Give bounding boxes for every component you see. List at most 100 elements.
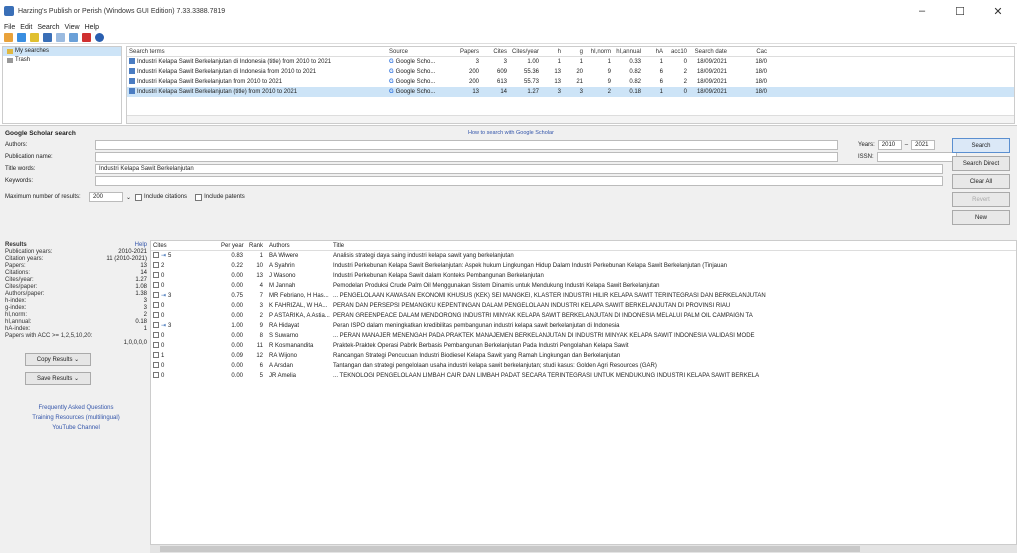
new-icon[interactable] (4, 33, 13, 42)
query-row[interactable]: Industri Kelapa Sawit Berkelanjutan di I… (127, 67, 1014, 77)
query-column-header[interactable]: Source (387, 47, 449, 56)
query-row[interactable]: Industri Kelapa Sawit Berkelanjutan from… (127, 77, 1014, 87)
query-column-header[interactable]: h (541, 47, 563, 56)
title-words-input[interactable]: Industri Kelapa Sawit Berkelanjutan (95, 164, 943, 174)
chevron-down-icon[interactable]: ⌄ (126, 194, 131, 201)
query-column-header[interactable]: hA (643, 47, 665, 56)
query-column-header[interactable]: Cites/year (509, 47, 541, 56)
result-checkbox[interactable] (153, 322, 159, 329)
query-row[interactable]: Industri Kelapa Sawit Berkelanjutan di I… (127, 57, 1014, 67)
query-column-header[interactable]: Search date (689, 47, 729, 56)
query-scrollbar[interactable] (127, 115, 1014, 123)
result-checkbox[interactable] (153, 332, 159, 339)
result-row[interactable]: 0 0.00 11 R Kosmanandita Praktek-Praktek Ope… (151, 341, 1016, 351)
search-help-link[interactable]: How to search with Google Scholar (468, 130, 554, 136)
query-column-header[interactable]: Cites (481, 47, 509, 56)
query-column-header[interactable]: g (563, 47, 585, 56)
result-row[interactable]: 0 0.00 2 P ASTARIKA, A Astia... PERAN GREENP… (151, 311, 1016, 321)
year-to-input[interactable]: 2021 (911, 140, 936, 150)
training-link[interactable]: Training Resources (multilingual) (5, 415, 147, 421)
citation-link-icon[interactable]: ⇥ (161, 293, 166, 299)
menu-file[interactable]: File (4, 24, 15, 31)
query-column-header[interactable]: Papers (449, 47, 481, 56)
maximize-button[interactable]: ☐ (941, 0, 979, 22)
result-row[interactable]: 1 0.09 12 RA Wijono Rancangan Strategi Pencu… (151, 351, 1016, 361)
query-column-header[interactable]: Search terms (127, 47, 387, 56)
search-button[interactable]: Search (952, 138, 1010, 153)
query-cell-date: 18/09/2021 (689, 87, 729, 97)
tree-item[interactable]: Trash (3, 56, 121, 65)
result-checkbox[interactable] (153, 362, 159, 369)
result-checkbox[interactable] (153, 292, 159, 299)
result-checkbox[interactable] (153, 262, 159, 269)
result-row[interactable]: 0 0.00 6 A Arsdan Tantangan dan strategi pen… (151, 361, 1016, 371)
youtube-link[interactable]: YouTube Channel (5, 425, 147, 431)
result-checkbox[interactable] (153, 302, 159, 309)
menu-edit[interactable]: Edit (20, 24, 32, 31)
issn-input[interactable] (876, 152, 957, 162)
faq-link[interactable]: Frequently Asked Questions (5, 405, 147, 411)
query-cell-text: 0 (683, 89, 687, 95)
close-button[interactable]: ✕ (979, 0, 1017, 22)
query-column-header[interactable]: hI,annual (613, 47, 643, 56)
query-row[interactable]: Industri Kelapa Sawit Berkelanjutan (tit… (127, 87, 1014, 97)
save-results-button[interactable]: Save Results ⌄ (25, 372, 91, 385)
results-column-header[interactable]: Authors (267, 241, 331, 250)
search-direct-button[interactable]: Search Direct (952, 156, 1010, 171)
query-column-header[interactable]: acc10 (665, 47, 689, 56)
results-help-link[interactable]: Help (135, 242, 147, 249)
menu-search[interactable]: Search (37, 24, 59, 31)
include-patents-checkbox[interactable] (195, 193, 203, 201)
publication-input[interactable] (95, 152, 838, 162)
result-row[interactable]: 0 0.00 3 K FAHRIZAL, W HA... PERAN DAN PERSE… (151, 301, 1016, 311)
menu-help[interactable]: Help (85, 24, 99, 31)
folder-icon[interactable] (30, 33, 39, 42)
check-icon[interactable] (56, 33, 65, 42)
result-cell-title: Praktek-Praktek Operasi Pabrik Berbasis … (331, 341, 1014, 351)
result-checkbox[interactable] (153, 352, 159, 359)
clear-all-button[interactable]: Clear All (952, 174, 1010, 189)
year-from-input[interactable]: 2010 (877, 140, 902, 150)
result-checkbox[interactable] (153, 272, 159, 279)
include-citations-checkbox[interactable] (135, 193, 143, 201)
result-row[interactable]: ⇥ 3 1.00 9 RA Hidayat Peran ISPO dalam mening… (151, 321, 1016, 331)
result-row[interactable]: ⇥ 3 0.75 7 MR Febriano, H Has... ... PENGELOL… (151, 291, 1016, 301)
results-column-header[interactable]: Cites (151, 241, 219, 250)
minimize-button[interactable]: – (903, 0, 941, 22)
max-results-select[interactable]: 200 (89, 192, 123, 202)
menu-view[interactable]: View (65, 24, 80, 31)
keywords-input[interactable] (95, 176, 943, 186)
open-icon[interactable] (17, 33, 26, 42)
new-button[interactable]: New (952, 210, 1010, 225)
result-row[interactable]: 0 0.00 5 JR Amelia ... TEKNOLOGI PENGELOLAAN… (151, 371, 1016, 381)
results-scrollbar[interactable] (150, 544, 1017, 553)
result-checkbox[interactable] (153, 342, 159, 349)
query-column-header[interactable]: hI,norm (585, 47, 613, 56)
result-row[interactable]: 2 0.22 10 A Syahrin Industri Perkebunan Kela… (151, 261, 1016, 271)
save-icon[interactable] (43, 33, 52, 42)
result-row[interactable]: 0 0.00 8 S Suwarno ... PERAN MANAJER MENENGA… (151, 331, 1016, 341)
citation-link-icon[interactable]: ⇥ (161, 323, 166, 329)
result-cell-text: 3 (259, 303, 263, 309)
result-row[interactable]: ⇥ 5 0.83 1 BA Wiwere Analisis strategi daya s… (151, 251, 1016, 261)
result-row[interactable]: 0 0.00 13 J Wasono Industri Perkebunan Kelap… (151, 271, 1016, 281)
result-checkbox[interactable] (153, 312, 159, 319)
query-cell-text: 18/09/2021 (696, 59, 727, 65)
results-column-header[interactable]: Per year (219, 241, 247, 250)
result-checkbox[interactable] (153, 282, 159, 289)
results-column-header[interactable]: Rank (247, 241, 267, 250)
authors-input[interactable] (95, 140, 838, 150)
result-checkbox[interactable] (153, 372, 159, 379)
delete-icon[interactable] (82, 33, 91, 42)
result-row[interactable]: 0 0.00 4 M Jannah Pemodelan Produksi Crude P… (151, 281, 1016, 291)
tree-item[interactable]: My searches (3, 47, 121, 56)
results-column-header[interactable]: Title (331, 241, 1014, 250)
scrollbar-thumb[interactable] (160, 546, 860, 552)
query-column-header[interactable]: Cac (729, 47, 769, 56)
help-icon[interactable] (95, 33, 104, 42)
copy-results-button[interactable]: Copy Results ⌄ (25, 353, 91, 366)
citation-link-icon[interactable]: ⇥ (161, 253, 166, 259)
result-checkbox[interactable] (153, 252, 159, 259)
copy-icon[interactable] (69, 33, 78, 42)
revert-button[interactable]: Revert (952, 192, 1010, 207)
